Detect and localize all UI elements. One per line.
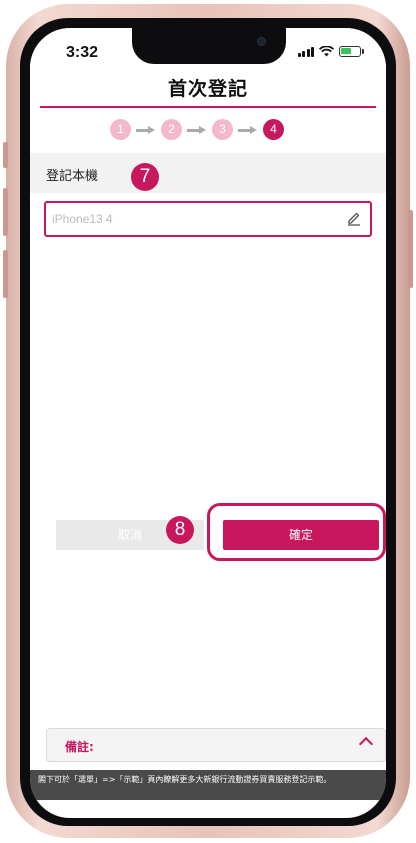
footer-note: 閣下可於「選單」=>「示範」頁內瞭解更多大新銀行流動證券買賣服務登記示範。 bbox=[30, 770, 386, 800]
annotation-badge-7: 7 bbox=[131, 163, 159, 191]
status-bar: 3:32 bbox=[30, 28, 386, 74]
arrow-right-icon bbox=[136, 125, 156, 135]
notes-label: 備註: bbox=[65, 740, 94, 754]
section-label: 登記本機 bbox=[46, 169, 99, 184]
pencil-icon[interactable] bbox=[346, 210, 362, 226]
register-device-section: 登記本機 bbox=[30, 153, 386, 193]
arrow-right-icon bbox=[187, 125, 207, 135]
cellular-signal-icon bbox=[297, 47, 314, 57]
confirm-button[interactable]: 確定 bbox=[223, 520, 379, 550]
device-name-field[interactable] bbox=[44, 201, 372, 237]
title-divider bbox=[40, 106, 376, 108]
chevron-up-icon[interactable] bbox=[358, 736, 374, 752]
title-bar: 首次登記 bbox=[30, 74, 386, 104]
progress-stepper: 1 2 3 4 bbox=[110, 119, 284, 140]
volume-up-button bbox=[3, 188, 8, 236]
front-camera bbox=[258, 38, 265, 45]
step-1: 1 bbox=[110, 119, 131, 140]
status-icons bbox=[297, 46, 364, 57]
notes-accordion[interactable]: 備註: bbox=[46, 728, 386, 762]
footer-text: 閣下可於「選單」=>「示範」頁內瞭解更多大新銀行流動證券買賣服務登記示範。 bbox=[38, 775, 332, 784]
power-button bbox=[408, 210, 413, 288]
silent-switch bbox=[3, 142, 8, 168]
annotation-badge-8: 8 bbox=[166, 516, 194, 544]
status-time: 3:32 bbox=[66, 44, 99, 61]
notch bbox=[132, 28, 286, 64]
arrow-right-icon bbox=[238, 125, 258, 135]
volume-down-button bbox=[3, 250, 8, 298]
device-name-input[interactable] bbox=[52, 208, 342, 230]
page-title: 首次登記 bbox=[167, 78, 248, 100]
step-2: 2 bbox=[161, 119, 182, 140]
step-4-active: 4 bbox=[263, 119, 284, 140]
wifi-icon bbox=[319, 46, 334, 57]
battery-tip bbox=[362, 49, 364, 54]
battery-charging-icon bbox=[339, 46, 361, 57]
app-screen: 3:32 首次登記 1 2 3 4 登記本機 7 iPhone13 4 取消 8… bbox=[30, 28, 386, 818]
step-3: 3 bbox=[212, 119, 233, 140]
